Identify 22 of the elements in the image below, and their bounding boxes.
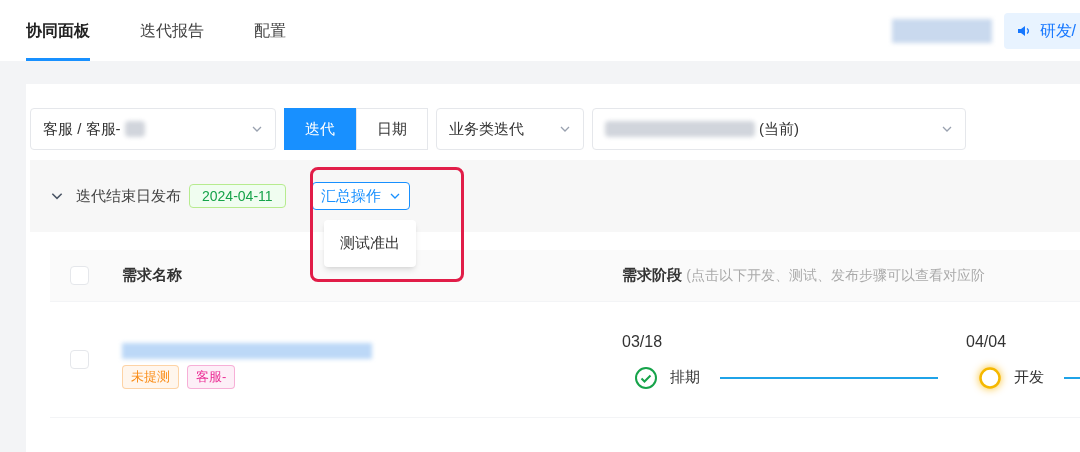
iteration-select[interactable]: (当前): [592, 108, 966, 150]
redacted-block: [124, 121, 145, 137]
column-header: 需求名称: [122, 265, 183, 286]
type-select[interactable]: 业务类迭代: [436, 108, 584, 150]
header-checkbox[interactable]: [70, 266, 89, 285]
menu-item[interactable]: 测试准出: [324, 224, 416, 263]
role-button[interactable]: 研发/: [1003, 12, 1080, 49]
stage-label[interactable]: 排期: [670, 366, 700, 389]
stage-date: 03/18: [622, 331, 664, 352]
mode-toggle-option[interactable]: 日期: [356, 108, 428, 150]
date-tag: 2024-04-11: [189, 184, 286, 208]
row-checkbox[interactable]: [70, 350, 89, 369]
team-select[interactable]: 客服 / 客服-: [30, 108, 276, 150]
nav-tab[interactable]: 配置: [254, 0, 286, 61]
nav-tab[interactable]: 协同面板: [26, 0, 90, 61]
stage-label[interactable]: 开发: [1014, 366, 1044, 389]
section-title: 迭代结束日发布: [76, 185, 181, 206]
tag: 未提测: [122, 364, 179, 389]
tag: 客服-: [187, 364, 236, 389]
nav-tab[interactable]: 迭代报告: [140, 0, 204, 61]
stage-date: 04/04: [966, 331, 1008, 352]
column-header: 需求阶段 (点击以下开发、测试、发布步骤可以查看对应阶: [622, 265, 986, 286]
